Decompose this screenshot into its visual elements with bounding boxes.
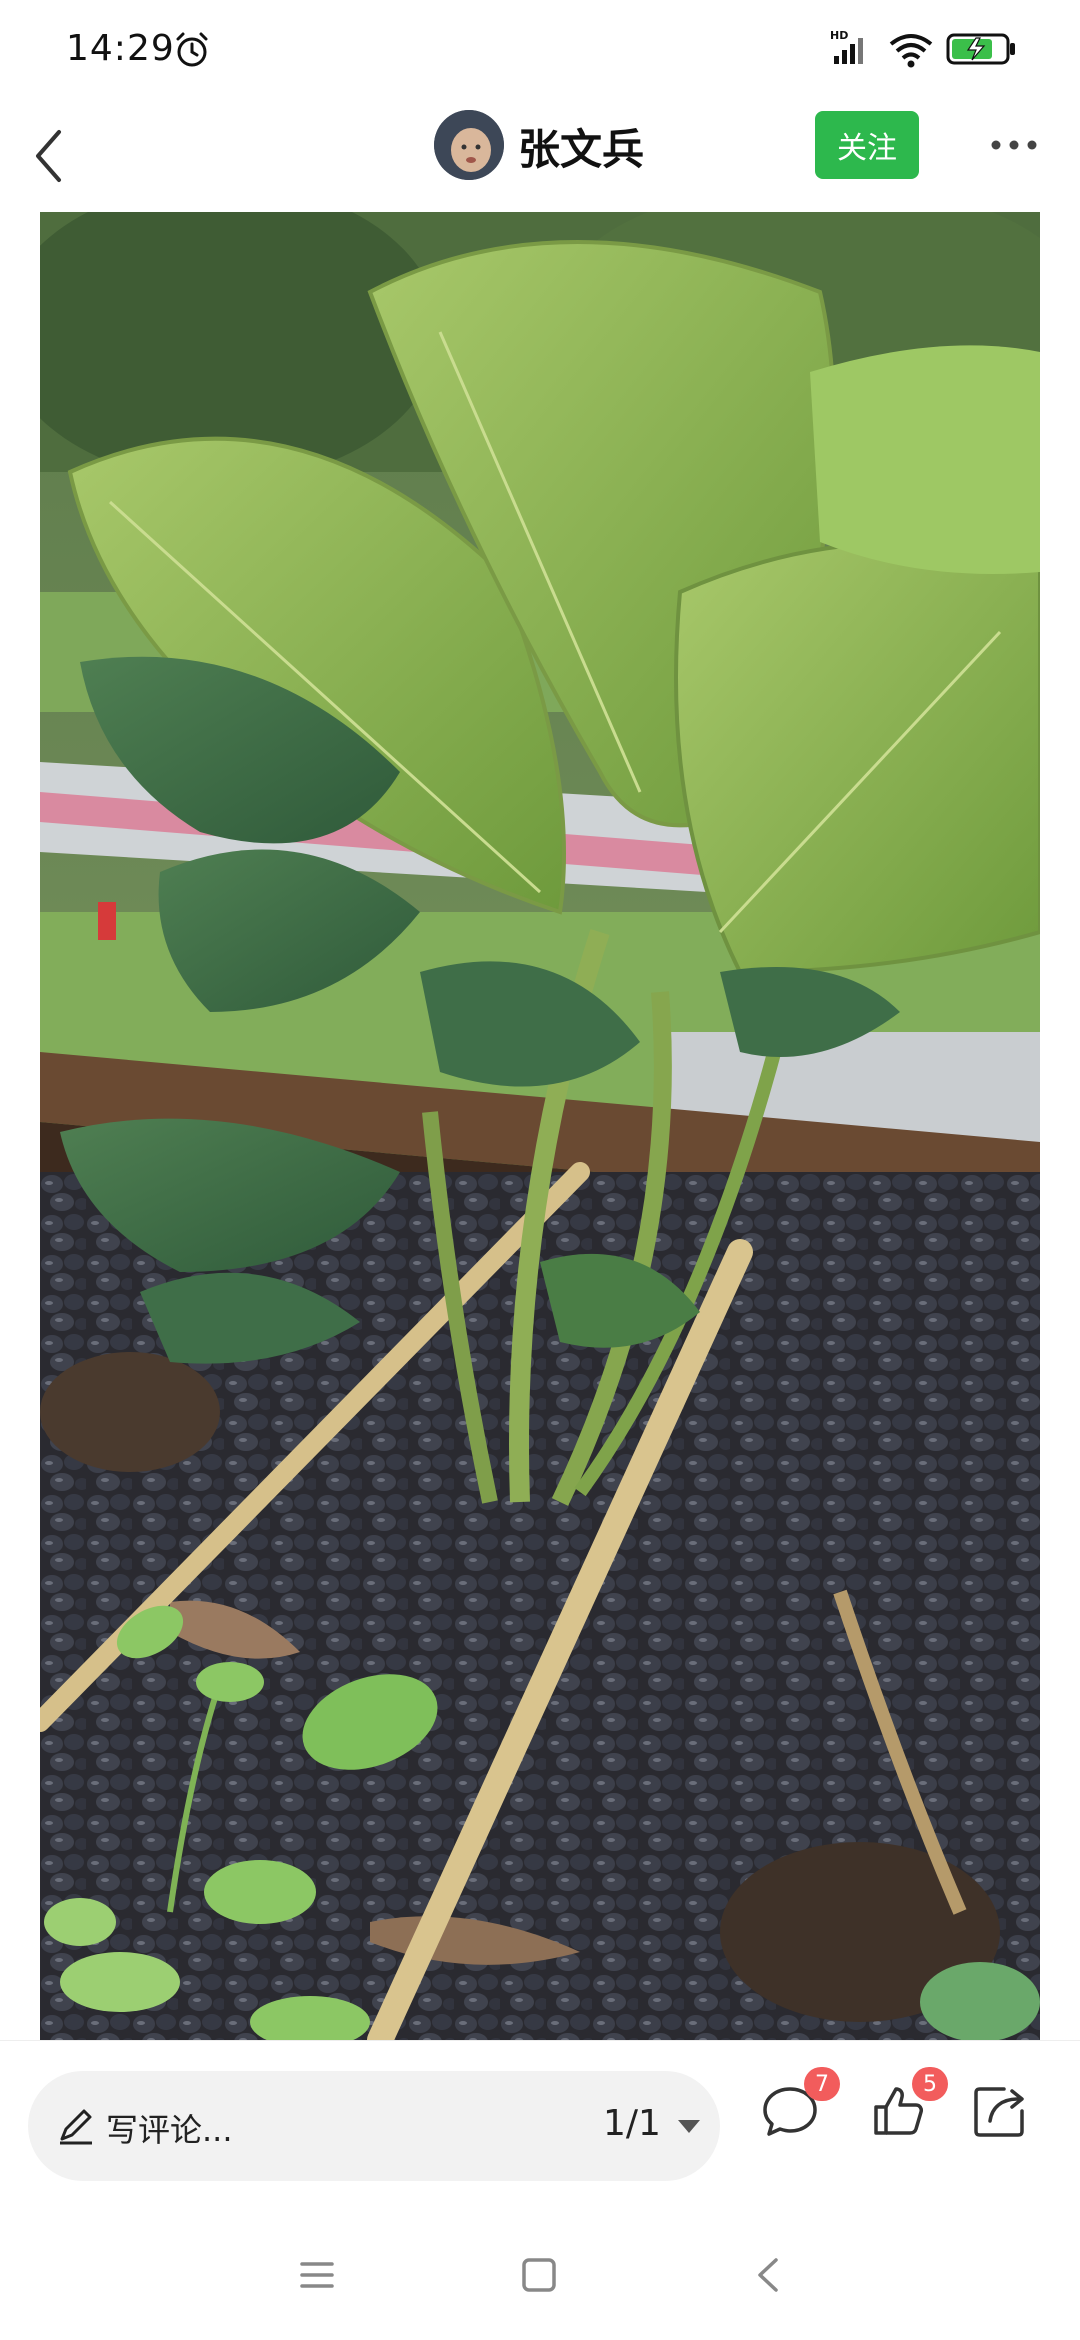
dropdown-triangle-icon[interactable] (676, 2117, 702, 2135)
more-button[interactable] (984, 122, 1044, 168)
hd-signal-icon: HD (830, 29, 863, 64)
battery-charging-icon (946, 33, 1015, 65)
status-time: 14:29 (66, 28, 175, 69)
username[interactable]: 张文兵 (518, 116, 644, 177)
navigation-bar (0, 2210, 1080, 2340)
wifi-icon (889, 34, 933, 68)
page-counter[interactable]: 1/1 (603, 2103, 661, 2144)
alarm-icon (176, 32, 208, 67)
back-button[interactable] (18, 116, 78, 196)
comment-input[interactable]: 写评论... 1/1 (28, 2071, 720, 2181)
share-icon (974, 2087, 1024, 2137)
share-button[interactable] (970, 2081, 1040, 2151)
status-bar: 14:29 HD (0, 0, 1080, 100)
avatar-face-icon (434, 110, 504, 180)
comment-placeholder: 写评论... (106, 2111, 233, 2149)
header: 张文兵 关注 (0, 100, 1080, 212)
follow-button[interactable]: 关注 (815, 111, 919, 179)
comment-button[interactable]: 7 (760, 2067, 840, 2151)
home-square-icon[interactable] (514, 2250, 564, 2300)
svg-text:HD: HD (830, 29, 848, 42)
pen-icon (60, 2109, 92, 2145)
comment-bar: 写评论... 1/1 7 5 (0, 2040, 1080, 2211)
screen: 14:29 HD 张文兵 关注 写评论... 1/1 7 5 (0, 0, 1080, 2340)
like-button[interactable]: 5 (868, 2067, 948, 2151)
comment-count-badge: 7 (804, 2067, 840, 2101)
like-count-badge: 5 (912, 2067, 948, 2101)
post-photo[interactable] (40, 212, 1040, 2040)
chevron-left-icon (36, 130, 61, 182)
more-dots-icon (991, 140, 1037, 150)
menu-icon[interactable] (292, 2250, 342, 2300)
avatar[interactable] (434, 110, 504, 180)
photo-strawberry-plant (40, 212, 1040, 2040)
back-triangle-icon[interactable] (744, 2250, 794, 2300)
